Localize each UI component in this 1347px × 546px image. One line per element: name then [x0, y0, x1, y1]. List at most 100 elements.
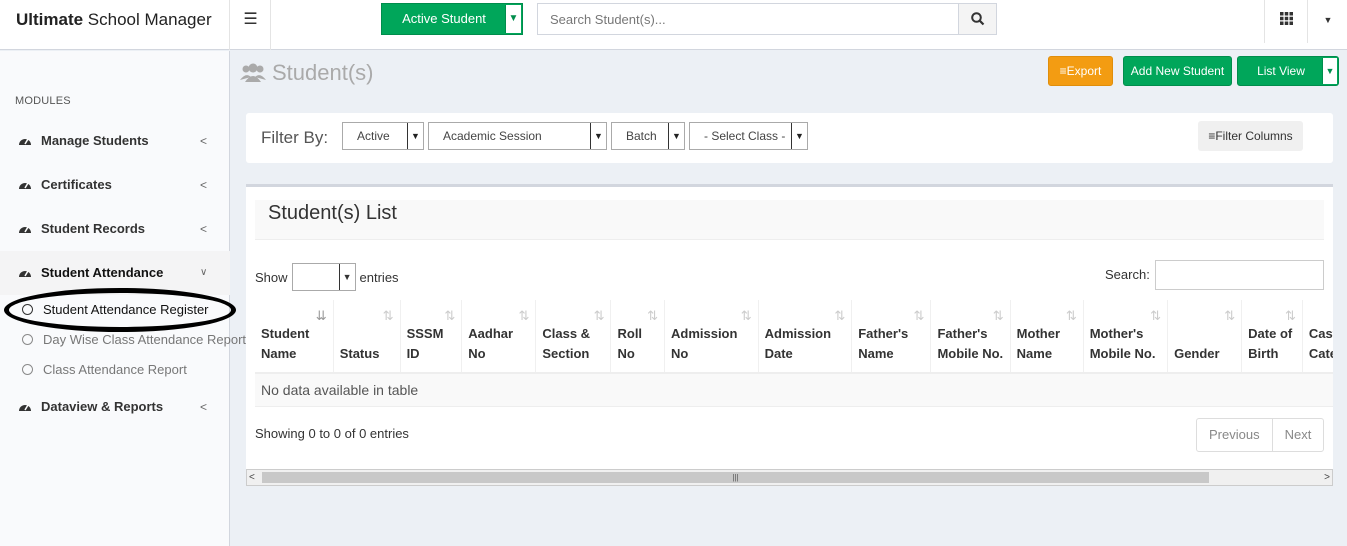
sidebar-subitem-attendance-register[interactable]: Student Attendance Register [0, 299, 242, 321]
chevron-down-icon[interactable]: ▼ [1322, 58, 1337, 84]
sidebar-item-dataview-reports[interactable]: Dataview & Reports < [0, 385, 230, 429]
scroll-thumb[interactable]: ||| [262, 472, 1209, 483]
empty-message: No data available in table [255, 373, 1333, 407]
chevron-left-icon: < [200, 178, 208, 192]
column-header[interactable]: Aadhar No ⇅ [461, 300, 537, 374]
sidebar-item-student-records[interactable]: Student Records < [0, 207, 230, 251]
scroll-left-icon[interactable]: < [249, 470, 255, 485]
table-search-input[interactable] [1155, 260, 1324, 290]
users-icon [240, 63, 266, 82]
column-header[interactable]: Mother's Mobile No. ⇅ [1083, 300, 1169, 374]
apps-grid-button[interactable] [1264, 0, 1308, 43]
chevron-down-icon[interactable]: ▼ [505, 5, 521, 33]
circle-icon [22, 334, 33, 345]
chevron-down-icon: ▼ [338, 264, 355, 290]
entries-select[interactable]: ▼ [291, 263, 356, 291]
sort-icon: ⇅ [647, 308, 658, 323]
scroll-right-icon[interactable]: > [1324, 470, 1330, 485]
column-header[interactable]: Gender ⇅ [1167, 300, 1243, 374]
user-menu-caret-icon[interactable]: ▼ [1318, 12, 1338, 28]
sidebar-item-label: Student Attendance [41, 265, 164, 280]
sidebar-item-label: Student Records [41, 221, 146, 236]
column-header-label: Date of Birth [1248, 326, 1293, 361]
sidebar: MODULES Manage Students < Certificates <… [0, 51, 246, 546]
sidebar-subitem-day-wise-report[interactable]: Day Wise Class Attendance Report [0, 329, 246, 351]
list-header: Student(s) List [255, 200, 1324, 240]
student-list-panel: Student(s) List Show ▼ entries Search: S… [246, 184, 1333, 486]
sort-icon: ⇅ [593, 308, 605, 323]
academic-session-select[interactable]: Academic Session ▼ [428, 122, 607, 150]
column-header[interactable]: Father's Mobile No. ⇅ [930, 300, 1011, 374]
column-header[interactable]: SSSM ID ⇅ [400, 300, 463, 374]
column-header-label: Mother Name [1016, 326, 1061, 361]
batch-select[interactable]: Batch ▼ [611, 122, 685, 150]
search-button[interactable] [958, 4, 996, 34]
column-header[interactable]: Roll No ⇅ [610, 300, 665, 374]
sort-icon: ⇅ [1150, 308, 1162, 323]
circle-icon [22, 304, 33, 315]
sort-icon: ⇅ [913, 308, 925, 323]
dashboard-icon [19, 226, 31, 233]
filter-panel: Filter By: Active ▼ Academic Session ▼ Bat… [246, 113, 1333, 163]
horizontal-scrollbar[interactable]: < ||| > [246, 469, 1333, 486]
column-header-label: Student Name [261, 326, 310, 361]
column-header[interactable]: Mother Name ⇅ [1010, 300, 1084, 374]
entries-label: entries [359, 269, 399, 285]
column-header[interactable]: Admission Date ⇅ [758, 300, 853, 374]
column-header[interactable]: Date of Birth ⇅ [1241, 300, 1303, 374]
status-select[interactable]: Active ▼ [342, 122, 424, 150]
chevron-left-icon: < [200, 400, 208, 414]
sidebar-subitem-label: Day Wise Class Attendance Report [43, 332, 247, 347]
sort-icon: ⇅ [834, 308, 846, 323]
dashboard-icon [19, 270, 31, 277]
column-header-label: Mother's Mobile No. [1089, 326, 1156, 361]
column-header[interactable]: Caste Category⇅ [1302, 300, 1333, 374]
pagination: Previous Next [1196, 418, 1325, 452]
column-header[interactable]: Father's Name ⇅ [851, 300, 932, 374]
sidebar-item-student-attendance[interactable]: Student Attendance ∨ [0, 251, 230, 295]
list-view-label: List View [1257, 64, 1305, 78]
previous-button[interactable]: Previous [1197, 419, 1272, 451]
column-header-label: Admission Date [764, 326, 832, 361]
sort-icon: ⇅ [382, 308, 394, 323]
filter-columns-button[interactable]: ≡Filter Columns [1198, 121, 1303, 151]
grid-icon [1280, 12, 1293, 25]
sidebar-item-manage-students[interactable]: Manage Students < [0, 119, 230, 163]
column-header-label: SSSM ID [406, 326, 444, 361]
class-select[interactable]: - Select Class - ▼ [689, 122, 808, 150]
sidebar-item-label: Manage Students [41, 133, 149, 148]
sidebar-subitem-label: Student Attendance Register [43, 302, 209, 317]
sidebar-item-label: Dataview & Reports [41, 399, 164, 414]
sidebar-subitem-class-attendance-report[interactable]: Class Attendance Report [0, 359, 242, 381]
sidebar-item-certificates[interactable]: Certificates < [0, 163, 230, 207]
dashboard-icon [19, 138, 31, 145]
list-view-dropdown[interactable]: List View ▼ [1237, 56, 1339, 86]
table-row: No data available in table [255, 373, 1333, 407]
dashboard-icon [19, 182, 31, 189]
filter-columns-label: Filter Columns [1215, 129, 1293, 143]
column-header-label: Aadhar No [468, 326, 514, 361]
search-icon [971, 12, 985, 26]
column-header[interactable]: Admission No ⇅ [664, 300, 759, 374]
column-header[interactable]: Student Name ⇊ [255, 300, 334, 374]
show-label: Show [255, 269, 288, 285]
export-button[interactable]: ≡Export [1048, 56, 1113, 86]
sort-icon: ⇅ [740, 308, 752, 323]
active-student-label: Active Student [402, 11, 486, 26]
status-value: Active [357, 129, 390, 143]
active-student-dropdown[interactable]: Active Student ▼ [381, 3, 523, 35]
sidebar-toggle-icon[interactable]: ☰ [231, 0, 271, 50]
sidebar-item-label: Certificates [41, 177, 112, 192]
sidebar-subitem-label: Class Attendance Report [43, 362, 187, 377]
sort-icon: ⇅ [1065, 308, 1077, 323]
table-wrapper: Student Name ⇊ Status ⇅ SSSM ID ⇅ Aadhar No ⇅ Cl… [255, 300, 1333, 410]
student-search-input[interactable] [538, 4, 960, 34]
column-header[interactable]: Status ⇅ [333, 300, 401, 374]
brand-logo[interactable]: Ultimate School Manager [0, 0, 230, 50]
add-new-student-button[interactable]: Add New Student [1123, 56, 1232, 86]
class-value: - Select Class - [704, 129, 786, 143]
sort-icon: ⇅ [1284, 308, 1296, 323]
next-button[interactable]: Next [1271, 419, 1324, 451]
students-table: Student Name ⇊ Status ⇅ SSSM ID ⇅ Aadhar No ⇅ Cl… [255, 300, 1333, 407]
column-header[interactable]: Class & Section ⇅ [535, 300, 612, 374]
